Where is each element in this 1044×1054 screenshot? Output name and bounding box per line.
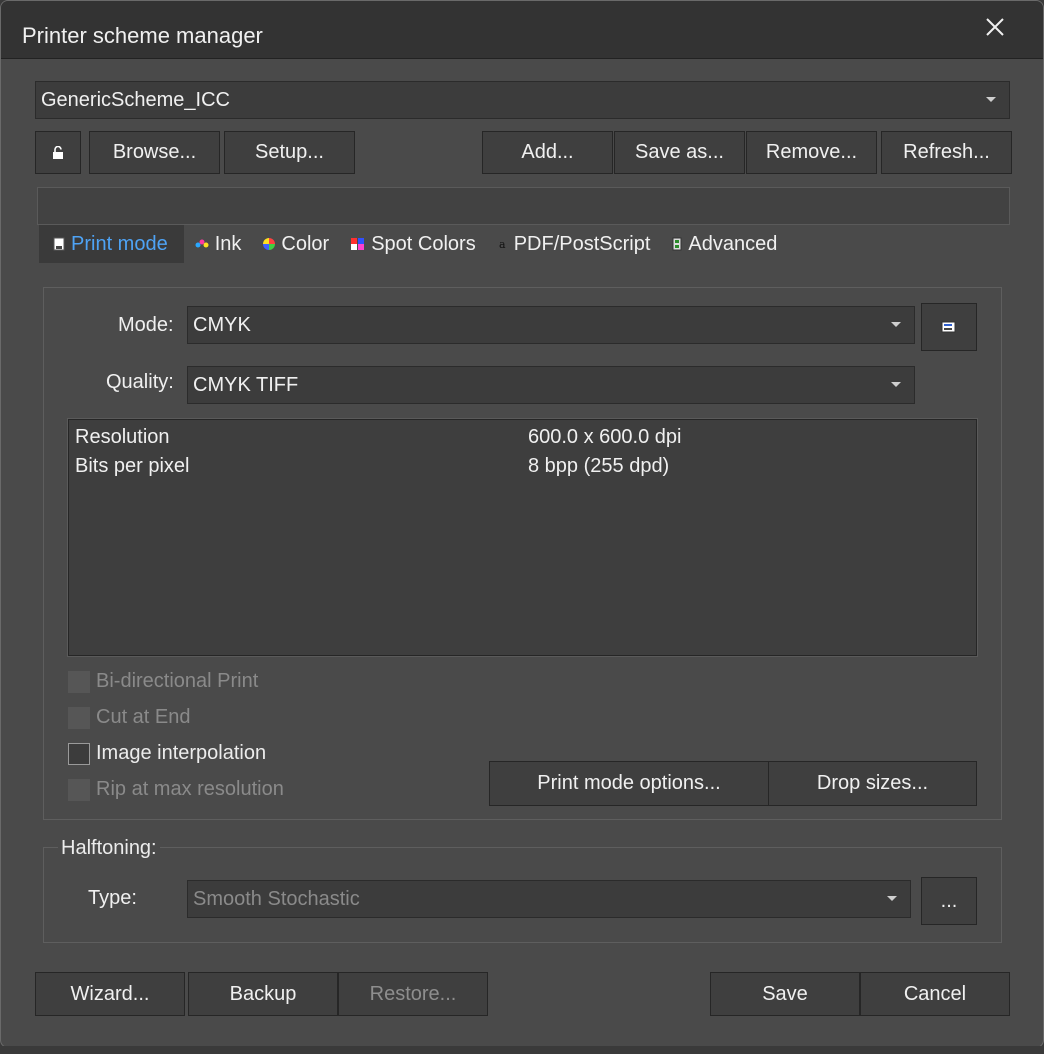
tab-ink-label: Ink [214, 232, 242, 255]
tab-print-mode-label: Print mode [71, 232, 168, 255]
checkbox-box [68, 670, 90, 693]
browse-button[interactable]: Browse... [89, 131, 220, 174]
spot-colors-icon [351, 238, 365, 250]
cut-at-end-label: Cut at End [96, 706, 191, 728]
rip-at-max-resolution-label: Rip at max resolution [96, 778, 284, 800]
checkbox-box [68, 706, 90, 729]
pdf-postscript-icon: a [499, 238, 506, 250]
color-wheel-icon [263, 238, 276, 250]
property-value: 8 bpp (255 dpd) [528, 455, 670, 477]
tab-ink[interactable]: Ink [184, 225, 253, 263]
close-button[interactable] [967, 9, 1021, 45]
print-mode-options-button[interactable]: Print mode options... [489, 761, 769, 806]
close-icon [986, 18, 1004, 36]
remove-button[interactable]: Remove... [746, 131, 877, 174]
halftoning-more-button[interactable]: ... [921, 877, 977, 925]
image-interpolation-checkbox[interactable]: Image interpolation [68, 742, 266, 765]
lock-icon [53, 145, 63, 159]
svg-text:a: a [499, 238, 506, 250]
property-value: 600.0 x 600.0 dpi [528, 426, 682, 448]
scheme-description-field [37, 187, 1010, 225]
save-as-button[interactable]: Save as... [614, 131, 745, 174]
bidirectional-print-label: Bi-directional Print [96, 670, 259, 692]
tab-print-mode[interactable]: Print mode [39, 225, 184, 263]
quality-label: Quality: [106, 371, 174, 393]
lock-button[interactable] [35, 131, 81, 174]
tab-bar: Print mode Ink Color Spot Colors a PDF/P… [39, 225, 788, 263]
mode-label: Mode: [118, 314, 174, 336]
mode-select-value: CMYK [193, 313, 251, 336]
halftoning-type-value: Smooth Stochastic [193, 887, 360, 910]
property-name: Bits per pixel [75, 455, 190, 477]
chevron-down-icon [878, 307, 914, 343]
background-app-strip [0, 1046, 1044, 1054]
printer-icon [53, 237, 65, 251]
checkbox-box [68, 742, 90, 765]
tab-pdf-postscript[interactable]: a PDF/PostScript [487, 225, 662, 263]
tab-advanced[interactable]: Advanced [661, 225, 788, 263]
tab-pdf-postscript-label: PDF/PostScript [513, 232, 651, 255]
ink-drops-icon [195, 239, 209, 248]
advanced-icon [672, 237, 682, 251]
chevron-down-icon [878, 367, 914, 403]
scheme-select-value: GenericScheme_ICC [41, 88, 230, 111]
halftoning-type-label: Type: [88, 887, 137, 909]
tab-color-label: Color [281, 232, 330, 255]
printer-scheme-manager-dialog: Printer scheme manager GenericScheme_ICC… [0, 0, 1044, 1048]
image-interpolation-label: Image interpolation [96, 742, 267, 764]
add-button[interactable]: Add... [482, 131, 613, 174]
printer-settings-icon [941, 321, 956, 333]
tab-advanced-label: Advanced [688, 232, 778, 255]
halftoning-legend: Halftoning: [58, 837, 160, 860]
cancel-button[interactable]: Cancel [860, 972, 1010, 1016]
tab-color[interactable]: Color [252, 225, 340, 263]
print-mode-properties-list[interactable]: Resolution 600.0 x 600.0 dpi Bits per pi… [67, 418, 978, 657]
window-title: Printer scheme manager [22, 23, 263, 48]
cut-at-end-checkbox[interactable]: Cut at End [68, 706, 191, 729]
checkbox-box [68, 778, 90, 801]
chevron-down-icon [973, 82, 1009, 118]
halftoning-type-select[interactable]: Smooth Stochastic [187, 880, 911, 918]
rip-at-max-resolution-checkbox[interactable]: Rip at max resolution [68, 778, 284, 801]
drop-sizes-button[interactable]: Drop sizes... [768, 761, 977, 806]
chevron-down-icon [874, 881, 910, 917]
save-button[interactable]: Save [710, 972, 860, 1016]
quality-select[interactable]: CMYK TIFF [187, 366, 915, 404]
wizard-button[interactable]: Wizard... [35, 972, 185, 1016]
setup-button[interactable]: Setup... [224, 131, 355, 174]
property-name: Resolution [75, 426, 170, 448]
tab-spot-colors[interactable]: Spot Colors [340, 225, 487, 263]
restore-button[interactable]: Restore... [338, 972, 488, 1016]
quality-select-value: CMYK TIFF [193, 373, 299, 396]
mode-select[interactable]: CMYK [187, 306, 915, 344]
bidirectional-print-checkbox[interactable]: Bi-directional Print [68, 670, 258, 693]
backup-button[interactable]: Backup [188, 972, 338, 1016]
mode-settings-button[interactable] [921, 303, 977, 351]
tab-spot-colors-label: Spot Colors [371, 232, 476, 255]
scheme-select[interactable]: GenericScheme_ICC [35, 81, 1010, 119]
refresh-button[interactable]: Refresh... [881, 131, 1012, 174]
title-bar: Printer scheme manager [1, 1, 1043, 59]
